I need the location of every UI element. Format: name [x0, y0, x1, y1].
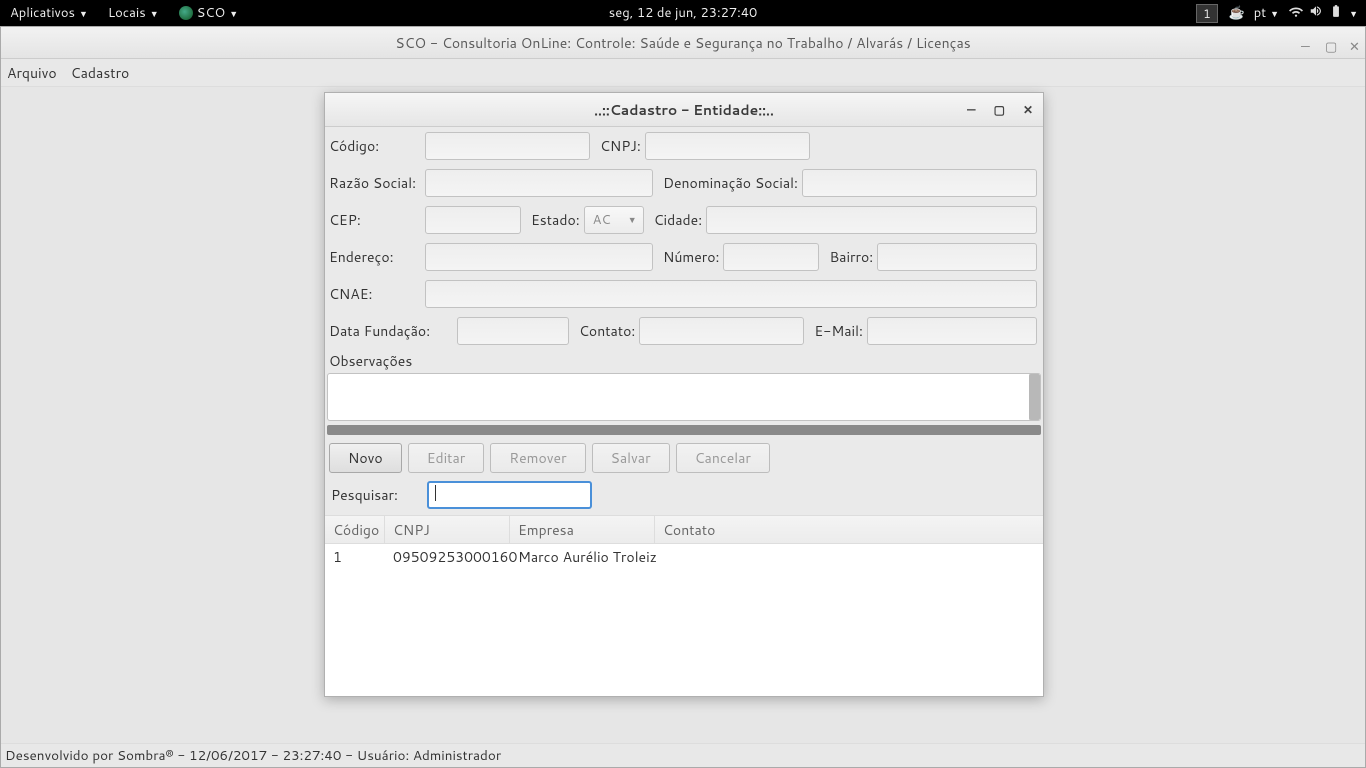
window-titlebar: SCO - Consultoria OnLine: Controle: Saúd… — [1, 27, 1365, 59]
label-fundacao: Data Fundação: — [327, 321, 453, 341]
observacoes-textarea[interactable] — [327, 373, 1041, 421]
salvar-button[interactable]: Salvar — [592, 443, 670, 473]
clock-text: seg, 12 de jun, 23:27:40 — [609, 4, 757, 22]
razao-social-field[interactable] — [425, 169, 653, 197]
label-denom: Denominação Social: — [661, 173, 798, 193]
cnae-field[interactable] — [425, 280, 1037, 308]
endereco-field[interactable] — [425, 243, 653, 271]
email-field[interactable] — [867, 317, 1037, 345]
minimize-button[interactable]: — — [1301, 38, 1311, 48]
cell-cnpj: 09509253000160 — [385, 547, 510, 567]
app-window: SCO - Consultoria OnLine: Controle: Saúd… — [0, 26, 1366, 768]
data-fundacao-field[interactable] — [457, 317, 569, 345]
dialog-titlebar: ..::Cadastro - Entidade::.. — ▢ ✕ — [325, 93, 1043, 127]
places-menu[interactable]: Locais ▼ — [98, 0, 169, 26]
novo-button[interactable]: Novo — [329, 443, 402, 473]
scrollbar-horizontal[interactable] — [327, 425, 1041, 435]
status-text: Desenvolvido por Sombra® - 12/06/2017 - … — [5, 746, 501, 765]
cidade-field[interactable] — [706, 206, 1037, 234]
menu-arquivo[interactable]: Arquivo — [7, 63, 57, 83]
col-codigo[interactable]: Código — [325, 516, 385, 543]
dialog-minimize-button[interactable]: — — [967, 101, 976, 118]
label-bairro: Bairro: — [827, 247, 873, 267]
dialog-close-button[interactable]: ✕ — [1023, 101, 1033, 118]
col-cnpj[interactable]: CNPJ — [385, 516, 510, 543]
volume-icon[interactable] — [1307, 4, 1325, 23]
label-codigo: Código: — [327, 136, 421, 156]
label-cep: CEP: — [327, 210, 421, 230]
wifi-icon[interactable] — [1287, 4, 1305, 23]
editar-button[interactable]: Editar — [408, 443, 485, 473]
close-button[interactable]: ✕ — [1349, 38, 1359, 48]
chevron-down-icon: ▼ — [628, 213, 637, 226]
label-observacoes: Observações — [325, 349, 1043, 373]
keyboard-layout[interactable]: pt ▼ — [1248, 0, 1285, 26]
bairro-field[interactable] — [877, 243, 1037, 271]
label-razao: Razão Social: — [327, 173, 421, 193]
applications-label: Aplicativos — [10, 4, 75, 22]
chevron-down-icon: ▼ — [1270, 7, 1279, 20]
chevron-down-icon: ▼ — [229, 7, 238, 20]
cancelar-button[interactable]: Cancelar — [676, 443, 770, 473]
active-app-menu[interactable]: SCO ▼ — [169, 0, 248, 26]
codigo-field[interactable] — [425, 132, 590, 160]
col-empresa[interactable]: Empresa — [510, 516, 655, 543]
cadastro-entidade-dialog: ..::Cadastro - Entidade::.. — ▢ ✕ Código… — [324, 92, 1044, 697]
menu-cadastro[interactable]: Cadastro — [71, 63, 130, 83]
results-table: Código CNPJ Empresa Contato 1 0950925300… — [325, 515, 1043, 696]
coffee-icon[interactable]: ☕ — [1228, 4, 1246, 22]
label-cidade: Cidade: — [652, 210, 702, 230]
window-title: SCO - Consultoria OnLine: Controle: Saúd… — [1, 33, 1365, 53]
workspace-indicator[interactable]: 1 — [1196, 4, 1218, 23]
label-endereco: Endereço: — [327, 247, 421, 267]
dialog-maximize-button[interactable]: ▢ — [994, 101, 1005, 118]
label-cnpj: CNPJ: — [598, 136, 641, 156]
cell-empresa: Marco Aurélio Troleiz — [510, 547, 665, 567]
scrollbar-vertical[interactable] — [1029, 374, 1040, 420]
chevron-down-icon: ▼ — [1349, 7, 1358, 20]
label-email: E-Mail: — [812, 321, 863, 341]
label-estado: Estado: — [529, 210, 580, 230]
col-contato[interactable]: Contato — [655, 516, 1043, 543]
sco-app-icon — [179, 6, 193, 20]
dialog-title: ..::Cadastro - Entidade::.. — [325, 100, 1043, 120]
system-top-bar: Aplicativos ▼ Locais ▼ SCO ▼ seg, 12 de … — [0, 0, 1366, 26]
pesquisar-input[interactable] — [427, 481, 592, 509]
chevron-down-icon: ▼ — [150, 7, 159, 20]
cell-codigo: 1 — [325, 547, 385, 567]
denominacao-social-field[interactable] — [802, 169, 1037, 197]
chevron-down-icon: ▼ — [79, 7, 88, 20]
numero-field[interactable] — [723, 243, 819, 271]
keyboard-layout-label: pt — [1254, 4, 1266, 22]
active-app-label: SCO — [197, 4, 226, 22]
remover-button[interactable]: Remover — [490, 443, 585, 473]
clock[interactable]: seg, 12 de jun, 23:27:40 — [609, 4, 757, 22]
status-bar: Desenvolvido por Sombra® - 12/06/2017 - … — [1, 743, 1365, 767]
estado-select[interactable]: AC ▼ — [584, 206, 644, 234]
estado-value: AC — [593, 211, 611, 229]
app-menubar: Arquivo Cadastro — [1, 59, 1365, 87]
cep-field[interactable] — [425, 206, 521, 234]
maximize-button[interactable]: ▢ — [1325, 38, 1335, 48]
label-contato: Contato: — [577, 321, 635, 341]
cnpj-field[interactable] — [645, 132, 810, 160]
label-pesquisar: Pesquisar: — [329, 485, 423, 505]
label-numero: Número: — [661, 247, 719, 267]
places-label: Locais — [108, 4, 146, 22]
contato-field[interactable] — [639, 317, 804, 345]
app-client-area: ..::Cadastro - Entidade::.. — ▢ ✕ Código… — [1, 87, 1365, 743]
battery-icon[interactable] — [1327, 4, 1345, 23]
applications-menu[interactable]: Aplicativos ▼ — [0, 0, 98, 26]
table-row[interactable]: 1 09509253000160 Marco Aurélio Troleiz — [325, 544, 1043, 570]
label-cnae: CNAE: — [327, 284, 421, 304]
